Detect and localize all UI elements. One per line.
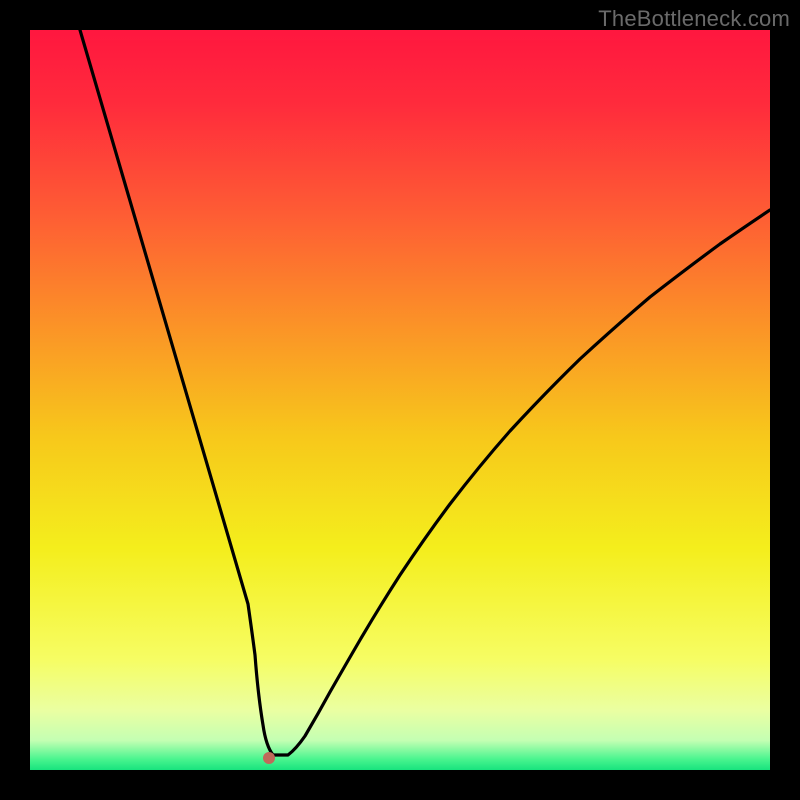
bottleneck-curve (30, 30, 770, 770)
curve-path (80, 30, 770, 755)
curve-min-marker (263, 752, 275, 764)
chart-frame (30, 30, 770, 770)
watermark-text: TheBottleneck.com (598, 6, 790, 32)
